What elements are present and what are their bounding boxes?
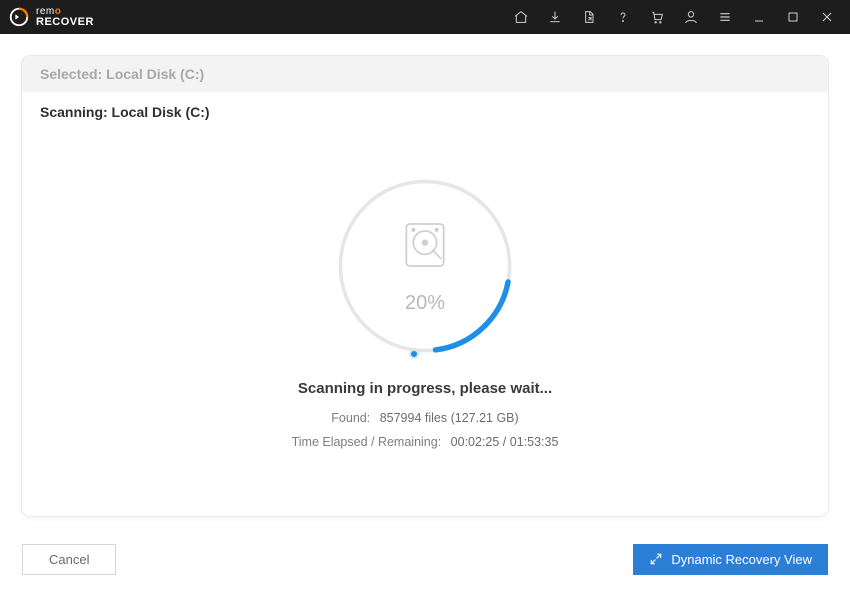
time-value: 00:02:25 / 01:53:35 [451, 435, 559, 449]
titlebar-actions [504, 0, 844, 34]
logo-icon [8, 6, 30, 28]
footer: Cancel Dynamic Recovery View [0, 523, 850, 595]
maximize-icon[interactable] [776, 0, 810, 34]
scan-meta: Found: 857994 files (127.21 GB) Time Ela… [292, 407, 559, 455]
time-label: Time Elapsed / Remaining: [292, 435, 442, 449]
scanning-header: Scanning: Local Disk (C:) [22, 92, 828, 132]
app-logo: remo RECOVER [8, 6, 94, 28]
user-icon[interactable] [674, 0, 708, 34]
help-icon[interactable] [606, 0, 640, 34]
export-icon[interactable] [572, 0, 606, 34]
scan-status-message: Scanning in progress, please wait... [298, 380, 552, 397]
titlebar: remo RECOVER [0, 0, 850, 34]
dynamic-recovery-view-button[interactable]: Dynamic Recovery View [633, 544, 828, 575]
expand-icon [649, 552, 663, 566]
close-icon[interactable] [810, 0, 844, 34]
download-update-icon[interactable] [538, 0, 572, 34]
content-area: Selected: Local Disk (C:) Scanning: Loca… [0, 34, 850, 538]
hard-drive-icon [397, 217, 453, 278]
found-label: Found: [331, 411, 370, 425]
cancel-button[interactable]: Cancel [22, 544, 116, 575]
progress-percent: 20% [405, 292, 445, 315]
scan-body: 20% Scanning in progress, please wait...… [22, 132, 828, 516]
menu-icon[interactable] [708, 0, 742, 34]
logo-text: remo RECOVER [36, 6, 94, 28]
cart-icon[interactable] [640, 0, 674, 34]
home-icon[interactable] [504, 0, 538, 34]
found-value: 857994 files (127.21 GB) [380, 411, 519, 425]
progress-ring: 20% [335, 176, 515, 356]
selected-header: Selected: Local Disk (C:) [22, 56, 828, 92]
scan-card: Selected: Local Disk (C:) Scanning: Loca… [22, 56, 828, 516]
minimize-icon[interactable] [742, 0, 776, 34]
